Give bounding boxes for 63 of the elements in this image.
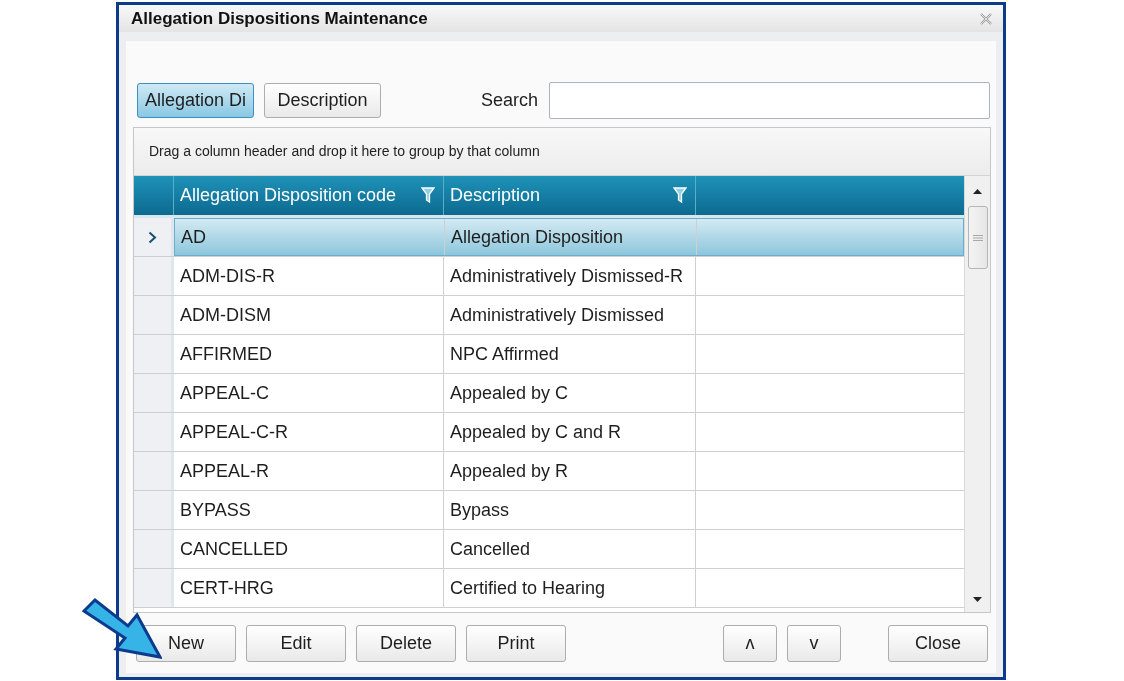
row-header[interactable]	[134, 374, 174, 412]
chevron-right-icon	[148, 230, 157, 244]
row-header[interactable]	[134, 452, 174, 490]
table-cell: CANCELLED	[174, 530, 444, 568]
table-cell: BYPASS	[174, 491, 444, 529]
table-cell: Certified to Hearing	[444, 569, 696, 607]
table-cell: Administratively Dismissed-R	[444, 257, 696, 295]
group-hint: Drag a column header and drop it here to group by that column	[149, 142, 540, 161]
table-row[interactable]: CERT-HRG Certified to Hearing	[174, 569, 964, 607]
table-cell: NPC Affirmed	[444, 335, 696, 373]
table-cell: AD	[175, 219, 445, 255]
row-header[interactable]	[134, 296, 174, 334]
scroll-up-arrow-icon[interactable]	[973, 189, 982, 194]
action-button[interactable]: Print	[466, 625, 566, 662]
action-button[interactable]: Delete	[356, 625, 456, 662]
filter-icon[interactable]	[673, 187, 687, 204]
table-row[interactable]: APPEAL-R Appealed by R	[174, 452, 964, 490]
table-cell: ADM-DIS-R	[174, 257, 444, 295]
table-cell: APPEAL-R	[174, 452, 444, 490]
table-row[interactable]: APPEAL-C Appealed by C	[174, 374, 964, 412]
table-cell: Appealed by R	[444, 452, 696, 490]
row-header[interactable]	[134, 569, 174, 607]
close-button[interactable]: Close	[888, 625, 988, 662]
table-cell: AFFIRMED	[174, 335, 444, 373]
sort-toggle[interactable]: Description	[264, 83, 381, 118]
scroll-thumb[interactable]	[967, 206, 988, 269]
scrollbar[interactable]	[964, 176, 990, 612]
window-title: Allegation Dispositions Maintenance	[131, 10, 428, 27]
table-row[interactable]: AFFIRMED NPC Affirmed	[174, 335, 964, 373]
table-cell: CERT-HRG	[174, 569, 444, 607]
table-cell: Appealed by C	[444, 374, 696, 412]
row-header[interactable]	[134, 257, 174, 295]
table-cell: ADM-DISM	[174, 296, 444, 334]
table-cell: Allegation Disposition	[445, 219, 697, 255]
column-header[interactable]: Description	[444, 176, 696, 215]
table-row[interactable]: AD Allegation Disposition	[174, 218, 964, 256]
table-cell: Appealed by C and R	[444, 413, 696, 451]
table-row[interactable]: BYPASS Bypass	[174, 491, 964, 529]
search-field[interactable]	[549, 82, 991, 119]
row-header[interactable]	[134, 335, 174, 373]
table-cell: Administratively Dismissed	[444, 296, 696, 334]
table-row[interactable]: ADM-DIS-R Administratively Dismissed-R	[174, 257, 964, 295]
move-button[interactable]: ʌ	[723, 625, 777, 662]
scroll-down-arrow-icon[interactable]	[973, 597, 982, 602]
filter-icon[interactable]	[421, 187, 435, 204]
sort-toggle[interactable]: Allegation Di	[137, 83, 254, 118]
row-header[interactable]	[134, 413, 174, 451]
table-row[interactable]: APPEAL-C-R Appealed by C and R	[174, 413, 964, 451]
move-button[interactable]: v	[787, 625, 841, 662]
table-cell: APPEAL-C	[174, 374, 444, 412]
column-header[interactable]: Allegation Disposition code	[174, 176, 444, 215]
action-button[interactable]: Edit	[246, 625, 346, 662]
row-header[interactable]	[134, 491, 174, 529]
row-header[interactable]	[134, 530, 174, 568]
table-cell: APPEAL-C-R	[174, 413, 444, 451]
table-cell: Bypass	[444, 491, 696, 529]
grip-icon	[972, 234, 983, 241]
row-header[interactable]	[134, 218, 174, 256]
table-row[interactable]: CANCELLED Cancelled	[174, 530, 964, 568]
close-icon[interactable]	[980, 12, 992, 25]
table-cell: Cancelled	[444, 530, 696, 568]
search-label: Search	[481, 89, 539, 112]
table-row[interactable]: ADM-DISM Administratively Dismissed	[174, 296, 964, 334]
